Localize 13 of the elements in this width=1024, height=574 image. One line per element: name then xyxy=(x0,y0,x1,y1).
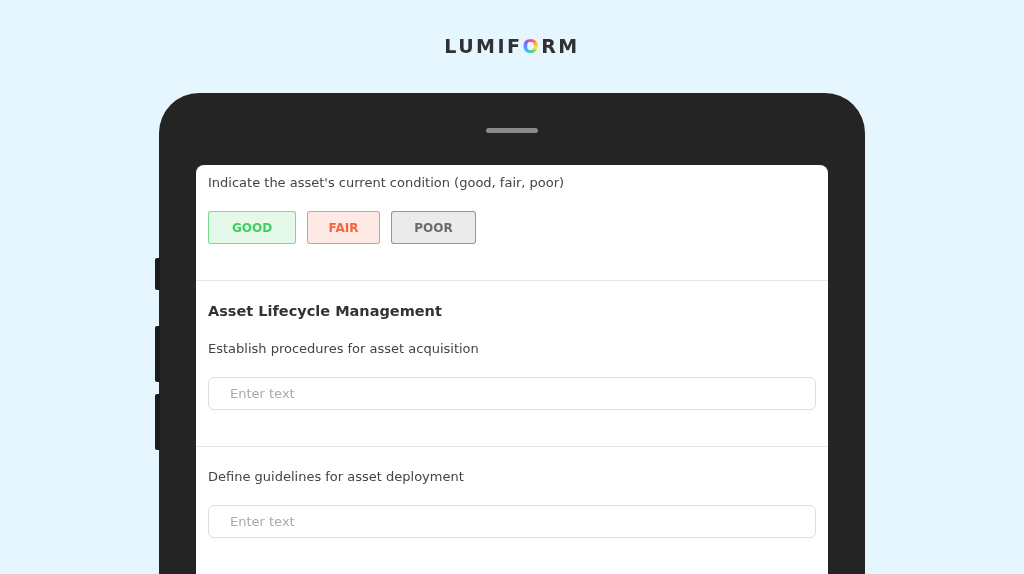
condition-option[interactable]: POOR xyxy=(391,211,476,244)
side-button[interactable] xyxy=(155,394,160,450)
condition-option[interactable]: FAIR xyxy=(307,211,380,244)
speaker-slot xyxy=(486,128,538,133)
section-title: Asset Lifecycle Management xyxy=(208,303,443,319)
text-field[interactable]: Enter text xyxy=(208,505,816,538)
text-field[interactable]: Enter text xyxy=(208,377,816,410)
side-button[interactable] xyxy=(155,326,160,382)
condition-option[interactable]: GOOD xyxy=(208,211,296,244)
side-button[interactable] xyxy=(155,258,160,290)
question-label: Define guidelines for asset deployment xyxy=(208,469,465,484)
question-label: Indicate the asset's current condition (good, fair, poor) xyxy=(208,175,566,190)
question-label: Establish procedures for asset acquisition xyxy=(208,341,480,356)
